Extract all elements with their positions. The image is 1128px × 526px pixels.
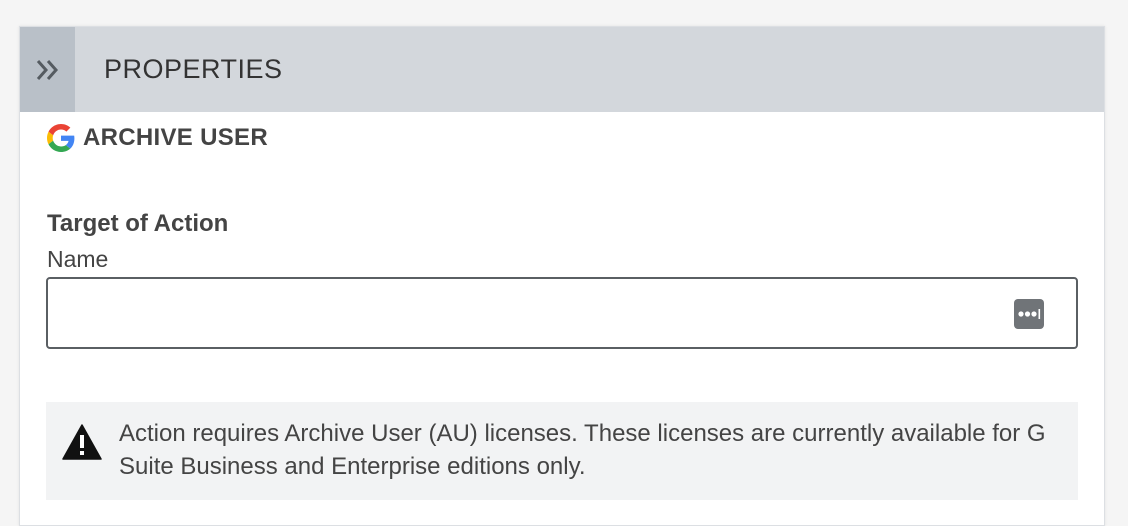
license-warning: Action requires Archive User (AU) licens… bbox=[46, 402, 1078, 500]
name-input[interactable] bbox=[48, 279, 1008, 347]
action-heading: ARCHIVE USER bbox=[47, 124, 268, 152]
double-chevron-right-icon bbox=[36, 59, 58, 80]
target-section-title: Target of Action bbox=[47, 210, 229, 237]
name-picker-button[interactable] bbox=[1014, 299, 1044, 329]
more-dots-icon bbox=[1018, 309, 1041, 319]
warning-triangle-icon bbox=[62, 424, 102, 460]
name-field bbox=[46, 277, 1078, 349]
action-title: ARCHIVE USER bbox=[83, 124, 268, 151]
name-field-label: Name bbox=[47, 246, 109, 272]
properties-panel: PROPERTIES ARCHIVE USER Target of Action… bbox=[19, 26, 1105, 526]
panel-header: PROPERTIES bbox=[20, 27, 1104, 112]
collapse-panel-button[interactable] bbox=[20, 27, 75, 112]
warning-text: Action requires Archive User (AU) licens… bbox=[119, 420, 1046, 480]
panel-title: PROPERTIES bbox=[104, 54, 283, 84]
google-g-icon bbox=[47, 124, 75, 152]
